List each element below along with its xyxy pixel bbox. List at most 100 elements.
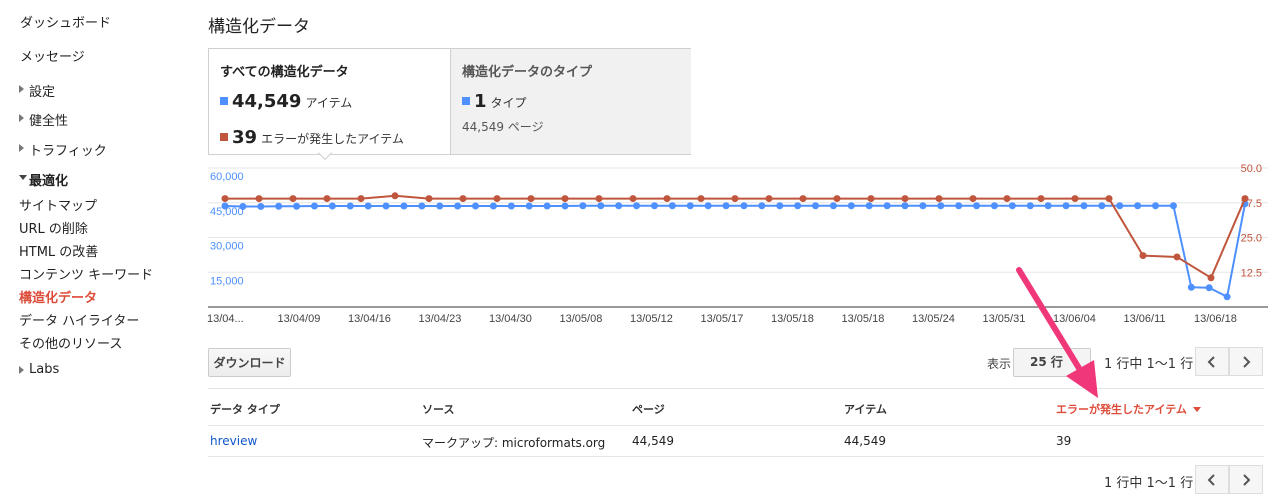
items-unit: アイテム	[305, 96, 353, 110]
expand-arrow-icon	[19, 114, 24, 122]
left-tick-label: 60,000	[210, 171, 244, 183]
nav-labs[interactable]: Labs	[19, 362, 59, 377]
data-point	[328, 202, 336, 210]
series-line-0	[224, 203, 1246, 299]
data-point	[919, 202, 927, 210]
errors-unit: エラーが発生したアイテム	[261, 132, 404, 146]
data-point	[758, 202, 766, 210]
next-page-button-bottom[interactable]	[1229, 465, 1263, 494]
data-point	[663, 195, 671, 203]
data-point	[722, 202, 730, 210]
types-value: 1	[474, 91, 487, 112]
chevron-right-icon	[1243, 355, 1251, 368]
prev-page-button[interactable]	[1195, 347, 1229, 376]
nav-settings[interactable]: 設定	[19, 81, 55, 100]
data-point	[1139, 252, 1147, 260]
data-point	[765, 195, 773, 203]
cell-data-type-link[interactable]: hreview	[210, 434, 257, 448]
x-tick-label: 13/05/12	[630, 313, 673, 325]
x-tick-label: 13/04/23	[419, 313, 462, 325]
data-point	[1173, 253, 1181, 261]
data-point	[221, 202, 229, 210]
right-tick-label: 50.0	[1241, 163, 1262, 175]
header-data-type[interactable]: データ タイプ	[210, 401, 280, 417]
data-point	[454, 202, 462, 210]
data-point	[867, 195, 875, 203]
chart-grid	[208, 167, 1268, 308]
nav-health[interactable]: 健全性	[19, 110, 68, 129]
data-point	[221, 195, 229, 203]
data-point	[489, 202, 497, 210]
data-point	[400, 202, 408, 210]
chart-series	[221, 192, 1249, 301]
x-tick-label: 13/04/30	[489, 313, 532, 325]
data-point	[1003, 195, 1011, 203]
data-point	[1071, 195, 1079, 203]
nav-traffic-label: トラフィック	[29, 144, 107, 159]
download-button[interactable]: ダウンロード	[208, 348, 291, 377]
x-tick-label: 13/05/24	[912, 313, 955, 325]
data-point	[812, 202, 820, 210]
header-pages[interactable]: ページ	[632, 401, 665, 417]
data-point	[391, 192, 399, 200]
data-point	[595, 195, 603, 203]
x-tick-label: 13/05/17	[701, 313, 744, 325]
line-chart: 60,00045,00030,00015,000 50.037.525.012.…	[207, 163, 1268, 325]
table-header-row: データ タイプ ソース ページ アイテム エラーが発生したアイテム	[208, 388, 1264, 426]
data-point	[650, 202, 658, 210]
data-point	[973, 202, 981, 210]
header-error-items[interactable]: エラーが発生したアイテム	[1056, 401, 1201, 417]
data-point	[1241, 195, 1249, 203]
x-tick-label: 13/06/04	[1053, 313, 1096, 325]
prev-page-button-bottom[interactable]	[1195, 465, 1229, 494]
data-point	[776, 202, 784, 210]
data-point	[1152, 202, 1160, 210]
right-axis-ticks: 50.037.525.012.5	[1241, 163, 1262, 279]
x-tick-label: 13/04/16	[348, 313, 391, 325]
data-point	[239, 202, 247, 210]
header-source[interactable]: ソース	[422, 401, 454, 417]
data-point	[901, 195, 909, 203]
summary-panel: すべての構造化データ 44,549 アイテム 39 エラーが発生したアイテム 構造化…	[208, 48, 691, 161]
card-title-all: すべての構造化データ	[220, 65, 349, 80]
left-tick-label: 30,000	[210, 241, 244, 253]
header-items[interactable]: アイテム	[844, 401, 887, 417]
nav-other-resources[interactable]: その他のリソース	[19, 333, 122, 352]
data-point	[668, 202, 676, 210]
pager-text-bottom: 1 行中 1〜1 行	[1104, 476, 1194, 491]
series-line-1	[225, 194, 1246, 280]
next-page-button[interactable]	[1229, 347, 1263, 376]
left-tick-label: 15,000	[210, 275, 244, 287]
summary-card-all[interactable]: すべての構造化データ 44,549 アイテム 39 エラーが発生したアイテム	[209, 49, 450, 161]
data-point	[493, 195, 501, 203]
nav-health-label: 健全性	[29, 114, 69, 129]
data-point	[597, 202, 605, 210]
data-point	[561, 202, 569, 210]
data-point	[1080, 202, 1088, 210]
expand-arrow-icon	[19, 85, 24, 93]
nav-traffic[interactable]: トラフィック	[19, 140, 107, 159]
data-point	[969, 195, 977, 203]
nav-messages[interactable]: メッセージ	[20, 46, 85, 65]
data-point	[1134, 202, 1142, 210]
data-point	[472, 202, 480, 210]
x-axis-ticks: 13/04... 13/04/09 13/04/16 13/04/23 13/04/30…	[207, 313, 1237, 325]
rows-per-page-select[interactable]: 25 行	[1013, 348, 1091, 377]
nav-labs-label: Labs	[29, 362, 60, 377]
data-point	[1044, 202, 1052, 210]
nav-dashboard[interactable]: ダッシュボード	[20, 12, 111, 31]
errors-value: 39	[232, 127, 258, 148]
x-tick-label: 13/05/18	[771, 313, 814, 325]
data-point	[425, 195, 433, 203]
data-point	[364, 202, 372, 210]
data-point	[1205, 284, 1213, 292]
card-title-types: 構造化データのタイプ	[462, 65, 593, 80]
data-point	[1187, 283, 1195, 291]
data-point	[901, 202, 909, 210]
data-point	[629, 195, 637, 203]
summary-card-types[interactable]: 構造化データのタイプ 1 タイプ 44,549 ページ	[450, 49, 691, 154]
data-point	[543, 202, 551, 210]
data-point	[1207, 274, 1215, 282]
data-point	[799, 195, 807, 203]
data-point	[527, 195, 535, 203]
